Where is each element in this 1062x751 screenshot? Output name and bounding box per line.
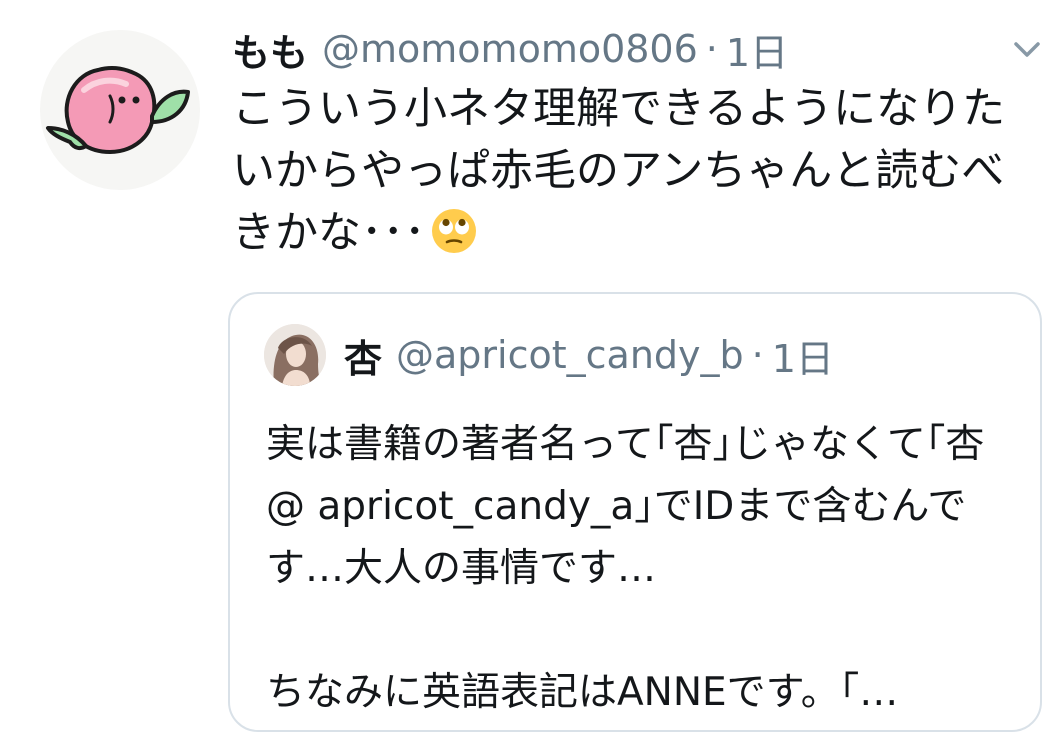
tweet-text-content: こういう小ネタ理解できるようになりたいからやっぱ赤毛のアンちゃんと読むべきかな･… — [232, 84, 1006, 258]
tweet-header: もも @momomomo0806 · 1日 — [232, 22, 788, 77]
quoted-user-handle[interactable]: @apricot_candy_b — [396, 333, 744, 377]
tweet[interactable]: もも @momomomo0806 · 1日 こういう小ネタ理解できるようになりた… — [0, 0, 1062, 751]
portrait-icon — [264, 324, 326, 386]
quoted-tweet-text: 実は書籍の著者名って｢杏｣じゃなくて｢杏 @ apricot_candy_a｣で… — [266, 422, 985, 715]
timestamp[interactable]: 1日 — [726, 22, 788, 77]
peach-icon — [46, 65, 190, 154]
user-handle[interactable]: @momomomo0806 — [322, 27, 698, 71]
quoted-separator-dot: · — [751, 333, 764, 377]
user-avatar[interactable] — [40, 30, 200, 190]
separator-dot: · — [705, 27, 718, 71]
quoted-tweet-header: 杏 @apricot_candy_b · 1日 — [344, 328, 834, 383]
display-name[interactable]: もも — [232, 22, 308, 77]
quoted-timestamp[interactable]: 1日 — [772, 328, 834, 383]
quoted-tweet[interactable]: 杏 @apricot_candy_b · 1日 実は書籍の著者名って｢杏｣じゃな… — [228, 292, 1042, 732]
tweet-text: こういう小ネタ理解できるようになりたいからやっぱ赤毛のアンちゃんと読むべきかな･… — [232, 78, 1044, 264]
quoted-display-name[interactable]: 杏 — [344, 328, 382, 383]
chevron-down-icon[interactable] — [1010, 34, 1044, 64]
face-with-rolling-eyes-icon — [430, 207, 478, 255]
quoted-user-avatar[interactable] — [264, 324, 326, 386]
